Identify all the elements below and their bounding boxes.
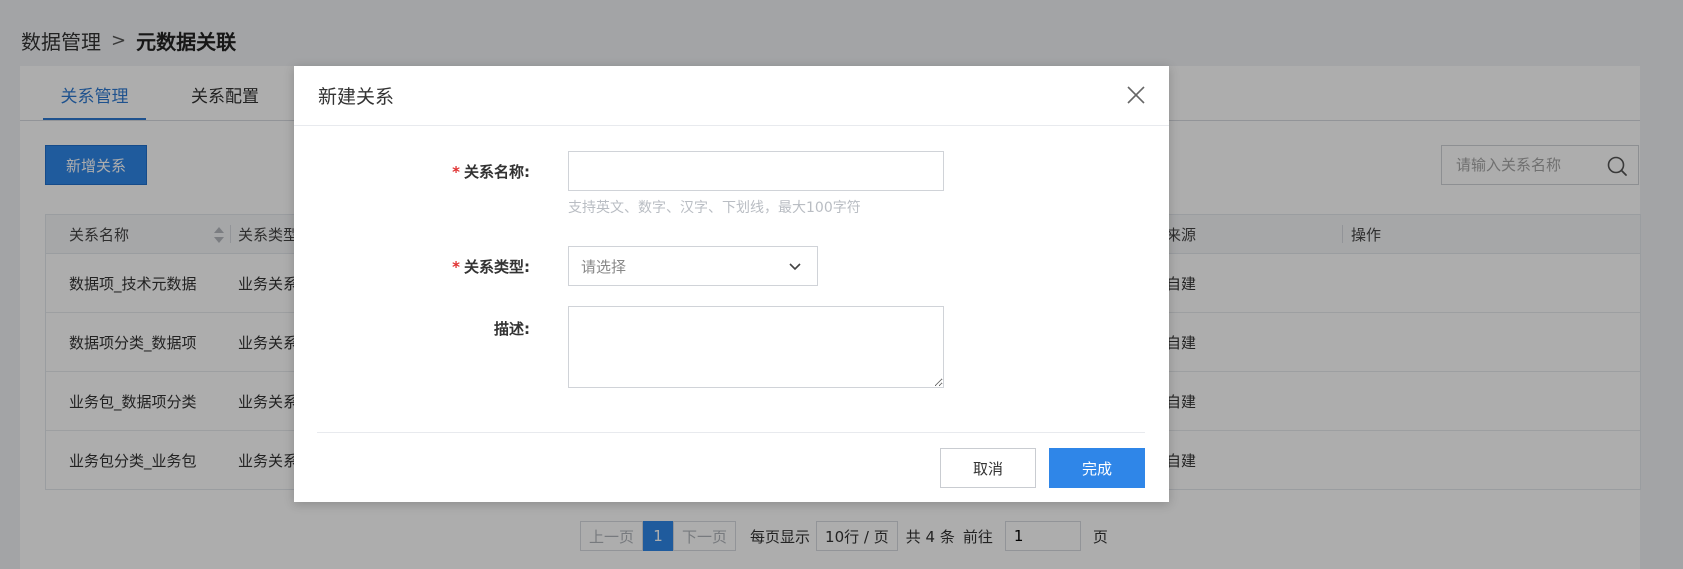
relation-name-label-text: 关系名称:	[464, 163, 530, 181]
required-mark: *	[452, 163, 460, 181]
dialog-title: 新建关系	[318, 86, 395, 108]
dialog-divider	[317, 432, 1145, 433]
required-mark: *	[452, 258, 460, 276]
relation-name-label: * 关系名称:	[280, 161, 530, 182]
complete-button[interactable]: 完成	[1049, 448, 1145, 488]
cancel-button[interactable]: 取消	[940, 448, 1036, 488]
relation-type-label-text: 关系类型:	[464, 258, 530, 276]
description-label: 描述:	[494, 320, 530, 338]
relation-name-input[interactable]	[568, 151, 944, 191]
relation-type-select[interactable]: 请选择	[568, 246, 818, 286]
description-textarea[interactable]	[568, 306, 944, 388]
relation-type-label: * 关系类型:	[280, 256, 530, 277]
dialog-header: 新建关系	[294, 66, 1169, 126]
new-relation-dialog: 新建关系 * 关系名称: 支持英文、数字、汉字、下划线，最大100字符 * 关系类型…	[294, 66, 1169, 502]
relation-type-placeholder: 请选择	[581, 257, 627, 276]
close-icon[interactable]	[1125, 84, 1147, 106]
relation-name-hint: 支持英文、数字、汉字、下划线，最大100字符	[568, 200, 861, 216]
chevron-down-icon	[789, 263, 801, 271]
